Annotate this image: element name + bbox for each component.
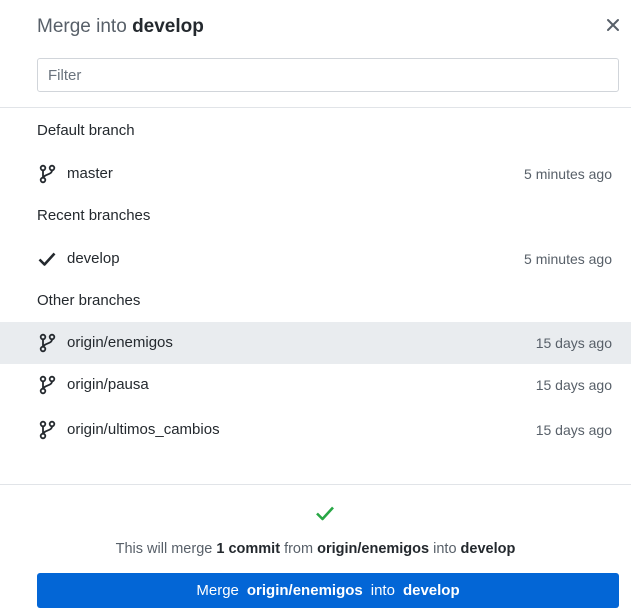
branch-row-master[interactable]: master 5 minutes ago [0, 153, 631, 195]
merge-button-prefix: Merge [196, 582, 239, 599]
dialog-header: Merge into develop [0, 0, 631, 48]
branch-time: 15 days ago [535, 377, 612, 393]
close-icon [607, 19, 619, 31]
branch-name: master [67, 165, 113, 182]
branch-name: origin/ultimos_cambios [67, 421, 220, 438]
branch-time: 5 minutes ago [524, 251, 612, 267]
section-default-branch: Default branch [37, 122, 135, 139]
branch-row-develop[interactable]: develop 5 minutes ago [0, 238, 631, 280]
summary-commit-count: 1 commit [216, 541, 281, 557]
git-branch-icon [39, 420, 56, 440]
check-icon [38, 252, 56, 266]
branch-name: origin/pausa [67, 376, 149, 393]
branch-row-origin-pausa[interactable]: origin/pausa 15 days ago [0, 364, 631, 406]
summary-prefix: This will merge [115, 541, 213, 557]
branch-time: 5 minutes ago [524, 166, 612, 182]
title-prefix: Merge into [37, 16, 127, 37]
branch-name: origin/enemigos [67, 334, 173, 351]
branch-row-origin-enemigos[interactable]: origin/enemigos 15 days ago [0, 322, 631, 364]
section-other-branches: Other branches [37, 292, 141, 309]
git-branch-icon [39, 333, 56, 353]
success-check-icon [316, 506, 334, 521]
merge-summary: This will merge 1 commit from origin/ene… [0, 541, 631, 557]
branch-name: develop [67, 250, 120, 267]
merge-button-source: origin/enemigos [246, 582, 363, 599]
summary-target-branch: develop [460, 541, 516, 557]
git-branch-icon [39, 164, 56, 184]
merge-button[interactable]: Merge origin/enemigos into develop [37, 573, 619, 608]
dialog-title: Merge into develop [37, 16, 204, 38]
title-branch: develop [132, 16, 204, 37]
summary-source-branch: origin/enemigos [317, 541, 430, 557]
branch-time: 15 days ago [535, 422, 612, 438]
branch-time: 15 days ago [535, 335, 612, 351]
git-branch-icon [39, 375, 56, 395]
branch-row-origin-ultimos-cambios[interactable]: origin/ultimos_cambios 15 days ago [0, 409, 631, 451]
divider [0, 484, 631, 485]
merge-button-target: develop [402, 582, 460, 599]
filter-input[interactable] [37, 58, 619, 92]
section-recent-branches: Recent branches [37, 207, 151, 224]
summary-from: from [284, 541, 314, 557]
divider [0, 107, 631, 108]
merge-button-into: into [370, 582, 395, 599]
summary-into: into [433, 541, 457, 557]
close-button[interactable] [600, 12, 626, 38]
